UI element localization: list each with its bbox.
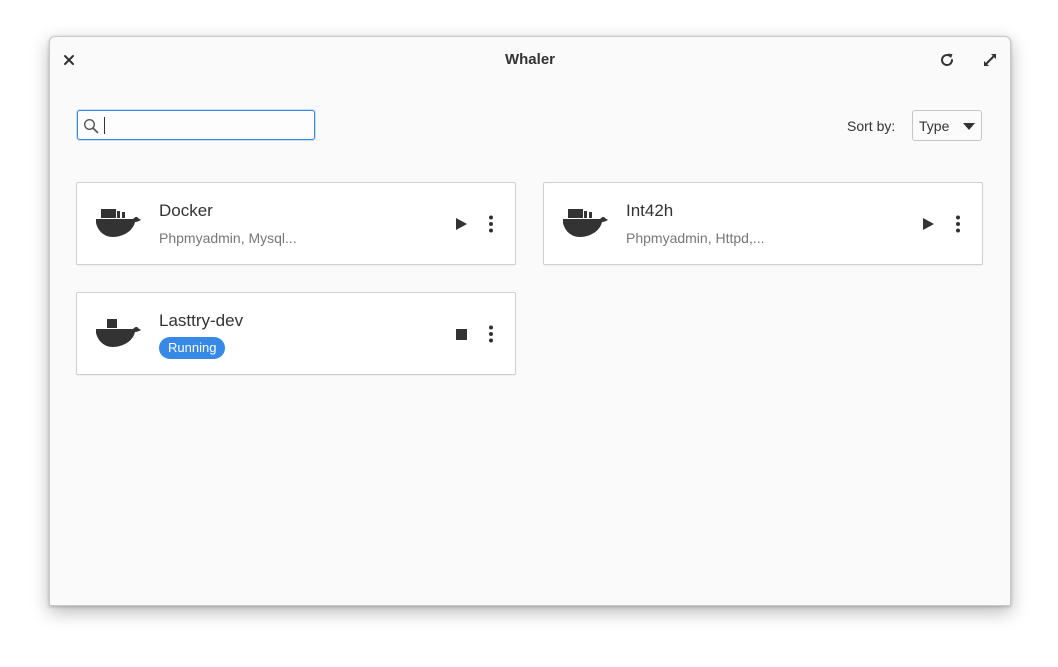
maximize-button[interactable] [978, 48, 1002, 72]
title-bar: Whaler [50, 37, 1010, 83]
sort-dropdown[interactable]: Type [912, 110, 982, 141]
container-name: Int42h [626, 201, 674, 220]
sort-selected-value: Type [919, 118, 950, 134]
status-badge: Running [159, 337, 226, 359]
chevron-down-icon [963, 123, 975, 130]
docker-whale-icon [96, 319, 141, 347]
search-icon [83, 118, 99, 134]
start-button[interactable] [451, 213, 471, 235]
more-vertical-icon [489, 215, 493, 233]
more-options-button[interactable] [482, 323, 500, 345]
app-window: Whaler Sort by: Type Docker Phpmyadmin, … [49, 36, 1011, 606]
container-name: Docker [159, 201, 213, 220]
more-options-button[interactable] [482, 213, 500, 235]
sort-label: Sort by: [847, 118, 896, 134]
more-options-button[interactable] [949, 213, 967, 235]
container-card[interactable]: Docker Phpmyadmin, Mysql... [76, 182, 516, 265]
more-vertical-icon [489, 325, 493, 343]
play-icon [922, 218, 934, 230]
refresh-button[interactable] [935, 48, 959, 72]
container-services: Phpmyadmin, Mysql... [159, 230, 297, 246]
container-services: Phpmyadmin, Httpd,... [626, 230, 765, 246]
search-input[interactable] [102, 115, 308, 135]
start-button[interactable] [918, 213, 938, 235]
text-caret [104, 117, 105, 134]
container-card[interactable]: Lasttry-dev Running [76, 292, 516, 375]
more-vertical-icon [956, 215, 960, 233]
window-title: Whaler [504, 51, 555, 68]
search-field[interactable] [77, 110, 315, 140]
docker-whale-icon [563, 209, 608, 237]
maximize-icon [984, 54, 996, 66]
container-card[interactable]: Int42h Phpmyadmin, Httpd,... [543, 182, 983, 265]
container-name: Lasttry-dev [159, 311, 244, 330]
stop-button[interactable] [451, 323, 471, 345]
refresh-icon [941, 53, 954, 66]
stop-icon [455, 328, 467, 340]
play-icon [455, 218, 467, 230]
docker-whale-icon [96, 209, 141, 237]
